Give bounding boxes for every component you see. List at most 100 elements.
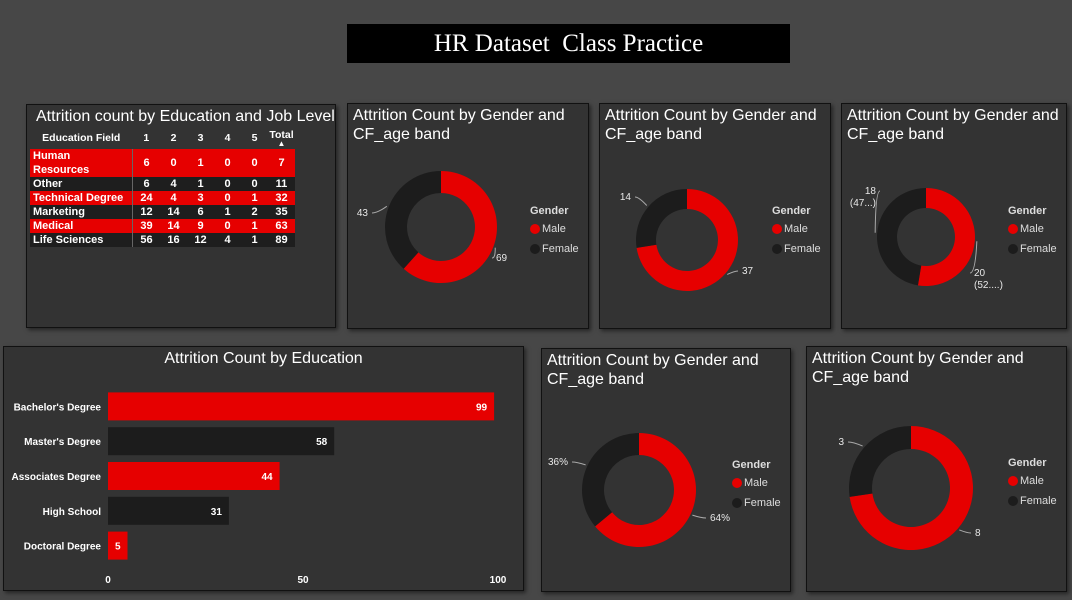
cell-value: 2 — [241, 205, 268, 219]
column-header-education-field[interactable]: Education Field — [30, 127, 133, 149]
bar[interactable] — [108, 392, 495, 421]
table-row[interactable]: Medical 39 14 9 0 1 63 — [30, 219, 295, 233]
legend-marker-female[interactable] — [1008, 496, 1018, 506]
legend-item-female[interactable]: Female — [1020, 495, 1057, 507]
column-header-4[interactable]: 4 — [214, 127, 241, 149]
leader-line — [491, 247, 496, 259]
cell-value: 1 — [187, 149, 214, 177]
cell-value: 1 — [214, 205, 241, 219]
legend-marker-male[interactable] — [732, 478, 742, 488]
bar-data-label: 58 — [316, 437, 328, 448]
donut-panel-5[interactable]: Attrition Count by Gender and CF_age ban… — [806, 346, 1067, 592]
legend-marker-female[interactable] — [772, 244, 782, 254]
legend-marker-male[interactable] — [1008, 224, 1018, 234]
bar[interactable] — [108, 462, 280, 490]
donut-panel-1[interactable]: Attrition Count by Gender and CF_age ban… — [347, 103, 589, 329]
legend-item-male[interactable]: Male — [784, 223, 808, 235]
cell-value: 0 — [214, 149, 241, 177]
column-header-5[interactable]: 5 — [241, 127, 268, 149]
cell-value: 3 — [187, 191, 214, 205]
table-row[interactable]: Technical Degree 24 4 3 0 1 32 — [30, 191, 295, 205]
donut-panel-3[interactable]: Attrition Count by Gender and CF_age ban… — [841, 103, 1067, 329]
table-row[interactable]: Human Resources 6 0 1 0 0 7 — [30, 149, 295, 177]
legend-item-male[interactable]: Male — [1020, 475, 1044, 487]
slice-female[interactable] — [582, 433, 639, 527]
cell-total: 11 — [268, 177, 295, 191]
donut-chart-5[interactable]: 8 3 Gender Male Female — [807, 347, 1066, 591]
slice-female[interactable] — [849, 426, 911, 497]
slice-female[interactable] — [385, 171, 441, 269]
slice-data-label: 36% — [548, 457, 568, 468]
legend-item-female[interactable]: Female — [744, 497, 781, 509]
donut-chart-4[interactable]: 64% 36% Gender Male Female — [542, 349, 790, 591]
donut-panel-2[interactable]: Attrition Count by Gender and CF_age ban… — [599, 103, 831, 329]
legend-item-male[interactable]: Male — [1020, 223, 1044, 235]
slice-data-label: 3 — [838, 437, 844, 448]
cell-value: 1 — [241, 191, 268, 205]
x-tick-label: 50 — [297, 575, 309, 586]
legend-marker-male[interactable] — [772, 224, 782, 234]
leader-line — [634, 196, 648, 206]
bar-data-label: 99 — [476, 402, 488, 413]
slice-data-label: 69 — [496, 253, 508, 264]
legend-marker-female[interactable] — [1008, 244, 1018, 254]
table-row[interactable]: Marketing 12 14 6 1 2 35 — [30, 205, 295, 219]
x-tick-label: 0 — [105, 575, 111, 586]
row-label-education-field: Other — [30, 177, 133, 191]
cell-value: 6 — [187, 205, 214, 219]
bar-panel[interactable]: Attrition Count by Education Bachelor's … — [3, 346, 524, 591]
column-header-1[interactable]: 1 — [133, 127, 161, 149]
slice-data-label: 64% — [710, 513, 730, 524]
cell-total: 63 — [268, 219, 295, 233]
attrition-matrix[interactable]: Education Field 1 2 3 4 5 Total ▲ Human … — [30, 127, 296, 247]
leader-line — [959, 529, 972, 534]
cell-value: 1 — [187, 177, 214, 191]
slice-data-label: 18 — [865, 186, 877, 197]
slice-male[interactable] — [917, 188, 975, 286]
category-label: Bachelor's Degree — [14, 402, 102, 413]
leader-line — [847, 441, 863, 447]
donut-chart-1[interactable]: 69 43 Gender Male Female — [348, 104, 588, 328]
table-row[interactable]: Life Sciences 56 16 12 4 1 89 — [30, 233, 295, 247]
legend-item-female[interactable]: Female — [784, 243, 821, 255]
leader-line — [692, 514, 707, 519]
slice-female[interactable] — [877, 188, 926, 286]
legend-item-male[interactable]: Male — [542, 223, 566, 235]
bar[interactable] — [108, 427, 335, 456]
bar-data-label: 44 — [261, 472, 273, 483]
legend-title: Gender — [1008, 205, 1047, 217]
legend-title: Gender — [732, 459, 771, 471]
legend-marker-female[interactable] — [530, 244, 540, 254]
bar-chart-education[interactable]: Bachelor's Degree 99 Master's Degree 58 Asso… — [4, 347, 523, 590]
donut-panel-4[interactable]: Attrition Count by Gender and CF_age ban… — [541, 348, 791, 592]
matrix-panel[interactable]: Attrition count by Education and Job Lev… — [26, 104, 336, 328]
cell-value: 0 — [214, 191, 241, 205]
cell-value: 0 — [241, 149, 268, 177]
matrix-title: Attrition count by Education and Job Lev… — [36, 108, 335, 125]
cell-value: 1 — [241, 233, 268, 247]
legend-item-female[interactable]: Female — [1020, 243, 1057, 255]
legend-item-male[interactable]: Male — [744, 477, 768, 489]
slice-data-sublabel: (52....) — [974, 280, 1003, 291]
donut-chart-3[interactable]: 20(52....) 18(47...) Gender Male Female — [842, 104, 1066, 328]
table-row[interactable]: Other 6 4 1 0 0 11 — [30, 177, 295, 191]
legend-item-female[interactable]: Female — [542, 243, 579, 255]
category-label: Master's Degree — [24, 437, 101, 448]
slice-data-label: 8 — [975, 528, 981, 539]
cell-total: 89 — [268, 233, 295, 247]
donut-chart-2[interactable]: 37 14 Gender Male Female — [600, 104, 830, 328]
slice-data-label: 20 — [974, 268, 986, 279]
column-header-3[interactable]: 3 — [187, 127, 214, 149]
leader-line — [371, 205, 388, 214]
row-label-education-field: Marketing — [30, 205, 133, 219]
legend-marker-male[interactable] — [530, 224, 540, 234]
legend-marker-female[interactable] — [732, 498, 742, 508]
legend-marker-male[interactable] — [1008, 476, 1018, 486]
cell-total: 7 — [268, 149, 295, 177]
column-header-total[interactable]: Total ▲ — [268, 127, 295, 149]
cell-value: 6 — [132, 177, 160, 191]
column-header-2[interactable]: 2 — [160, 127, 187, 149]
slice-female[interactable] — [636, 189, 687, 248]
sort-ascending-icon[interactable]: ▲ — [268, 140, 295, 148]
leader-line — [571, 461, 586, 466]
